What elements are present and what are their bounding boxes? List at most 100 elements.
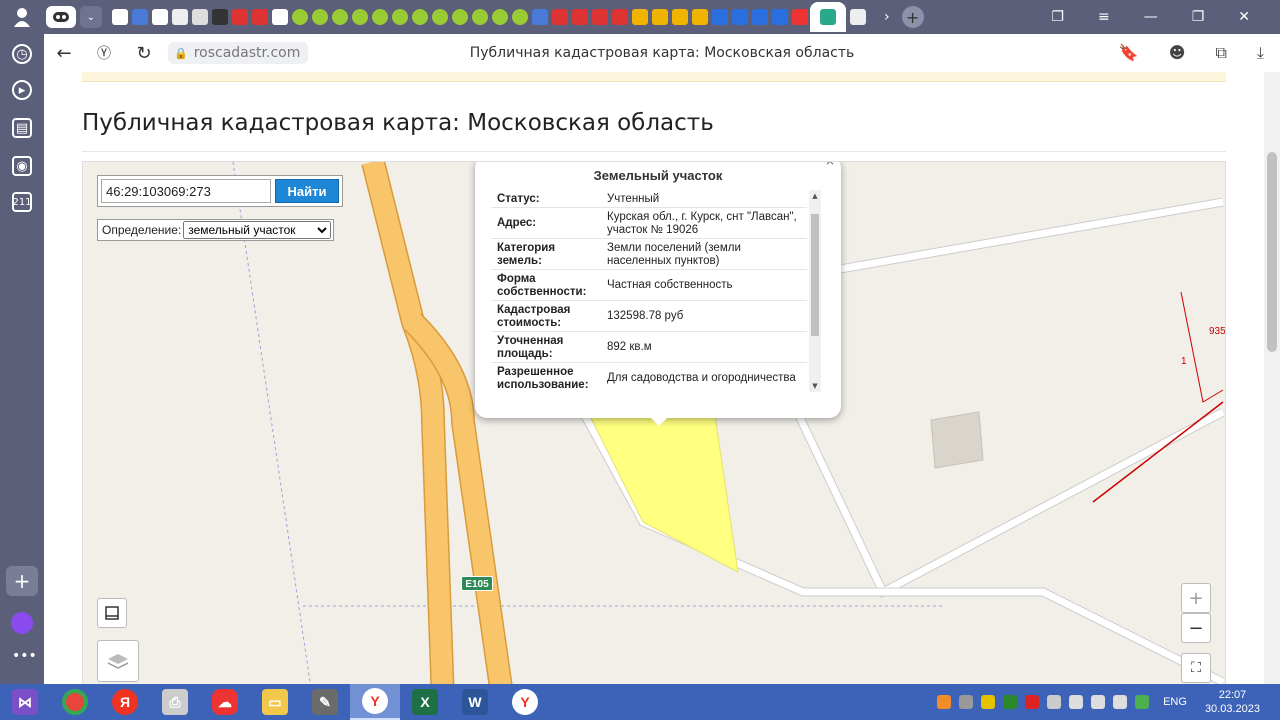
network-icon[interactable] [1091,695,1106,709]
chrome-icon[interactable] [50,684,100,720]
popup-scrollbar[interactable]: ▲ ▼ [809,190,821,392]
tab-favicon[interactable] [312,9,328,25]
tab-favicon[interactable] [512,9,528,25]
tab-favicon[interactable] [372,9,388,25]
tab-favicon[interactable] [672,9,688,25]
tab-favicon[interactable] [632,9,648,25]
profile-icon[interactable] [0,0,44,34]
tray-icon[interactable] [959,695,974,709]
new-tab-button[interactable]: + [901,6,924,28]
restore-icon[interactable]: ❐ [1192,9,1205,25]
language-indicator[interactable]: ENG [1163,696,1187,708]
tab-favicon[interactable] [432,9,448,25]
tab-favicon[interactable] [572,9,588,25]
ruler-button[interactable] [97,598,127,628]
minimize-icon[interactable]: — [1144,9,1158,25]
yandex-icon[interactable]: Ⓨ [84,43,124,63]
tab-favicon[interactable] [172,9,188,25]
active-tab[interactable] [810,2,846,32]
tab-favicon[interactable] [552,9,568,25]
calendar-icon[interactable]: 211 [12,192,32,212]
tab-favicon[interactable] [232,9,248,25]
collections-icon[interactable]: ▤ [12,118,32,138]
translate-icon[interactable]: ⧉ [1215,43,1226,63]
cloud-icon[interactable]: ☁ [200,684,250,720]
layers-button[interactable] [97,640,139,682]
tab-favicon[interactable] [132,9,148,25]
yandex-icon[interactable]: Я [100,684,150,720]
word-icon[interactable]: W [450,684,500,720]
yandex-browser-icon[interactable]: Y [350,684,400,720]
popup-close-icon[interactable]: × [825,162,835,168]
incognito-icon[interactable] [46,6,76,28]
tab-favicon[interactable] [392,9,408,25]
collections-icon[interactable]: ❐ [1051,9,1064,25]
tray-icon[interactable] [1003,695,1018,709]
tab-favicon[interactable] [850,9,866,25]
back-icon[interactable]: ← [44,43,84,64]
excel-icon[interactable]: X [400,684,450,720]
tab-favicon[interactable] [692,9,708,25]
page-scrollbar[interactable] [1264,72,1280,684]
zoom-in-button[interactable]: + [1181,583,1211,613]
more-icon[interactable]: ••• [12,648,37,664]
url-field[interactable]: 🔒 roscadastr.com [168,42,309,64]
tab-favicon[interactable] [192,9,208,25]
tab-favicon[interactable] [152,9,168,25]
history-icon[interactable]: ◷ [12,44,32,64]
play-icon[interactable]: ▸ [12,80,32,100]
tab-favicon[interactable] [592,9,608,25]
tab-favicon[interactable] [332,9,348,25]
reload-icon[interactable]: ↻ [124,43,164,64]
download-icon[interactable]: ⤓ [1257,43,1264,63]
tab-favicon[interactable] [352,9,368,25]
tab-favicon[interactable] [472,9,488,25]
close-icon[interactable]: ✕ [1238,9,1250,25]
tab-favicon[interactable] [272,9,288,25]
clock[interactable]: 22:07 30.03.2023 [1205,688,1260,716]
folder-icon[interactable]: ▭ [250,684,300,720]
fullscreen-button[interactable]: ⛶ [1181,653,1211,683]
tabs-dropdown-icon[interactable]: ⌄ [80,6,102,28]
tab-favicon[interactable] [772,9,788,25]
tab-favicon[interactable] [492,9,508,25]
definition-select[interactable]: земельный участок [183,221,332,239]
chevron-right-icon[interactable]: › [884,9,890,25]
scroll-thumb[interactable] [811,214,819,336]
tab-favicon[interactable] [112,9,128,25]
scroll-down-icon[interactable]: ▼ [809,382,821,390]
menu-icon[interactable]: ≡ [1098,9,1110,25]
tab-favicon[interactable] [532,9,548,25]
tray-icon[interactable] [981,695,996,709]
tab-favicon[interactable] [252,9,268,25]
add-panel-button[interactable]: + [6,566,38,596]
bookmark-icon[interactable]: 🔖 [1119,43,1139,63]
tab-favicon[interactable] [452,9,468,25]
find-button[interactable]: Найти [275,179,339,203]
tab-favicon[interactable] [612,9,628,25]
tray-icon[interactable] [1025,695,1040,709]
tab-favicon[interactable] [792,9,808,25]
yandex-browser-icon[interactable]: Y [500,684,550,720]
tab-favicon[interactable] [652,9,668,25]
tab-favicon[interactable] [212,9,228,25]
tab-favicon[interactable] [752,9,768,25]
tab-favicon[interactable] [712,9,728,25]
extension-icon[interactable]: ☻ [1169,43,1186,63]
printer-icon[interactable]: ⎙ [150,684,200,720]
tray-icon[interactable] [1135,695,1150,709]
visual-studio-icon[interactable]: ⋈ [0,684,50,720]
zoom-out-button[interactable]: − [1181,613,1211,643]
cadastral-number-input[interactable] [101,179,271,203]
alice-icon[interactable] [11,612,33,634]
tray-icon[interactable] [1047,695,1062,709]
tab-favicon[interactable] [732,9,748,25]
gamepad-icon[interactable] [937,695,952,709]
mute-icon[interactable] [1113,695,1128,709]
scroll-up-icon[interactable]: ▲ [809,192,821,200]
tab-favicon[interactable] [292,9,308,25]
tab-favicon[interactable] [412,9,428,25]
flag-icon[interactable] [1069,695,1084,709]
gimp-icon[interactable]: ✎ [300,684,350,720]
cadastral-map[interactable]: Найти Определение: земельный участок E10… [82,161,1226,684]
